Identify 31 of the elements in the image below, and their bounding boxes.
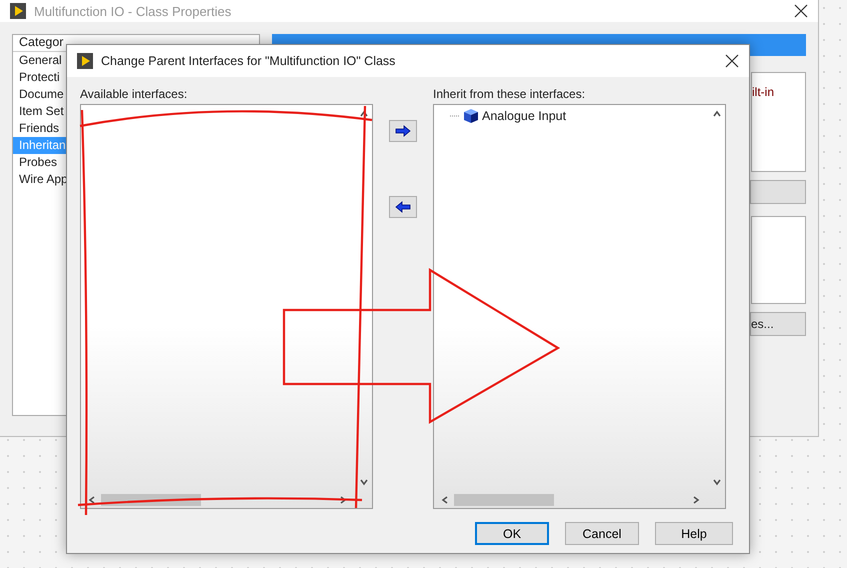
- list-label: Inherit from these interfaces:: [433, 87, 586, 101]
- scroll-right-icon[interactable]: [691, 494, 701, 504]
- available-list[interactable]: [80, 104, 373, 509]
- cube-icon: [463, 108, 479, 124]
- move-button[interactable]: [389, 196, 417, 218]
- list-text: ilt-in: [751, 72, 806, 172]
- scroll-down-icon[interactable]: [712, 477, 722, 487]
- window-title: Multifunction IO - Class Properties: [34, 4, 232, 18]
- side-button-text[interactable]: es...: [750, 312, 806, 336]
- dialog-title: Change Parent Interfaces for "Multifunction IO" Class: [101, 54, 396, 68]
- tree-item[interactable]: Analogue Input: [482, 109, 566, 123]
- scroll-down-icon[interactable]: [358, 477, 368, 487]
- scrollbar-thumb[interactable]: [454, 494, 554, 506]
- dialog-button[interactable]: Cancel: [565, 522, 639, 545]
- move-button[interactable]: [389, 120, 417, 142]
- scroll-left-icon[interactable]: [440, 494, 450, 504]
- scroll-left-icon[interactable]: [87, 494, 97, 504]
- list-label: Available interfaces:: [80, 87, 188, 101]
- dialog-button[interactable]: Help: [655, 522, 733, 545]
- close-icon[interactable]: [725, 54, 739, 68]
- app-icon: [10, 3, 26, 19]
- tree-line-icon: [450, 115, 460, 117]
- left-arrow-icon: [395, 201, 411, 213]
- dialog-button[interactable]: OK: [475, 522, 549, 545]
- right-arrow-icon: [395, 125, 411, 137]
- scroll-up-icon[interactable]: [712, 109, 722, 119]
- close-icon[interactable]: [794, 4, 808, 18]
- scroll-right-icon[interactable]: [338, 494, 348, 504]
- scroll-up-icon[interactable]: [358, 109, 368, 119]
- app-icon: [77, 53, 93, 69]
- inherited-list[interactable]: Analogue Input: [433, 104, 726, 509]
